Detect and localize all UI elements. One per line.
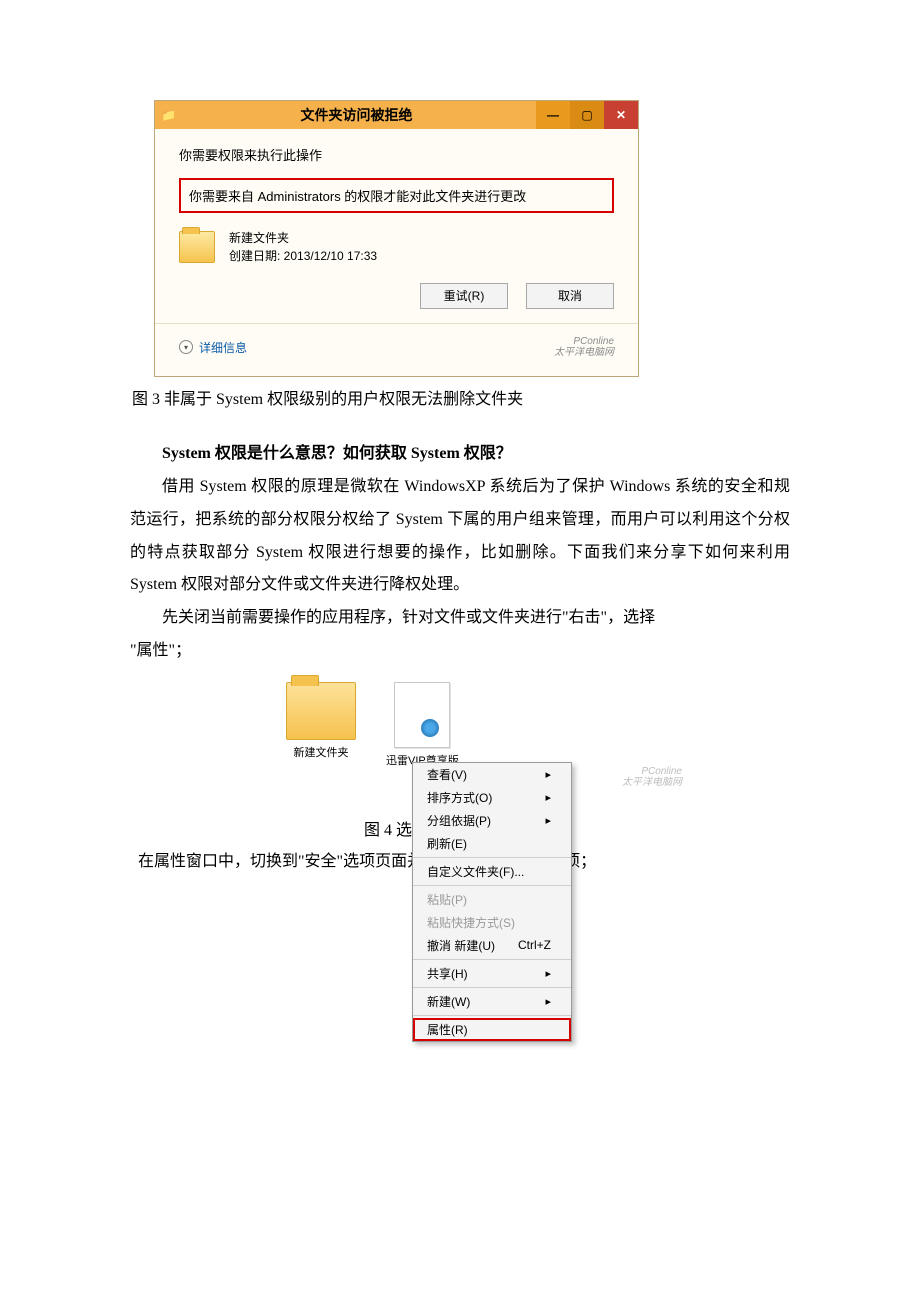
ctx-view[interactable]: 查看(V) [413,763,571,786]
ctx-properties[interactable]: 属性(R) [413,1018,571,1041]
desktop-folder-item[interactable]: 新建文件夹 [286,682,356,768]
dialog-titlebar: 📁 文件夹访问被拒绝 — ▢ ✕ [155,101,638,129]
ctx-undo-shortcut: Ctrl+Z [518,938,551,952]
ctx-customize-folder[interactable]: 自定义文件夹(F)... [413,860,571,883]
figure4: 新建文件夹 迅雷VIP尊享版 查看(V) 排序方式(O) 分组依据(P) 刷新(… [280,682,640,774]
figure3-caption: 图 3 非属于 System 权限级别的用户权限无法删除文件夹 [132,385,790,409]
ctx-refresh[interactable]: 刷新(E) [413,832,571,855]
folder-icon [179,231,215,263]
watermark-line1: PConline [554,336,614,347]
ctx-new[interactable]: 新建(W) [413,990,571,1013]
folder-created-date: 创建日期: 2013/12/10 17:33 [229,247,377,265]
paragraph-2-line2: "属性"； [130,635,790,668]
dialog-footer: ▾ 详细信息 PConline 太平洋电脑网 [179,332,614,366]
file-icon [394,682,450,748]
window-buttons: — ▢ ✕ [536,101,638,129]
ctx-separator [413,959,571,960]
dialog-icon: 📁 [161,107,177,123]
folder-info-row: 新建文件夹 创建日期: 2013/12/10 17:33 [179,227,614,279]
desktop-file-item[interactable]: 迅雷VIP尊享版 [386,682,459,768]
cancel-button[interactable]: 取消 [526,283,614,309]
ctx-undo[interactable]: 撤消 新建(U)Ctrl+Z [413,934,571,957]
watermark-line2: 太平洋电脑网 [554,347,614,358]
dialog-title: 文件夹访问被拒绝 [177,105,536,125]
minimize-button[interactable]: — [536,101,570,129]
folder-icon [286,682,356,740]
ctx-separator [413,1015,571,1016]
paragraph-2-line1: 先关闭当前需要操作的应用程序，针对文件或文件夹进行"右击"，选择 [130,602,790,635]
dialog-folder-access-denied: 📁 文件夹访问被拒绝 — ▢ ✕ 你需要权限来执行此操作 你需要来自 Admin… [154,100,639,377]
document-body: 📁 文件夹访问被拒绝 — ▢ ✕ 你需要权限来执行此操作 你需要来自 Admin… [0,0,920,939]
watermark: PConline 太平洋电脑网 [554,336,614,358]
divider [155,323,638,324]
ctx-separator [413,857,571,858]
retry-button[interactable]: 重试(R) [420,283,508,309]
desktop-folder-label: 新建文件夹 [286,744,356,760]
section-heading: System 权限是什么意思？如何获取 System 权限？ [130,439,790,463]
close-button[interactable]: ✕ [604,101,638,129]
watermark-line2: 太平洋电脑网 [622,777,682,788]
desktop-icons-row: 新建文件夹 迅雷VIP尊享版 [280,682,640,774]
watermark-line1: PConline [622,766,682,777]
details-toggle[interactable]: ▾ 详细信息 [179,339,247,356]
ctx-sort[interactable]: 排序方式(O) [413,786,571,809]
dialog-body: 你需要权限来执行此操作 你需要来自 Administrators 的权限才能对此… [155,129,638,376]
ctx-group[interactable]: 分组依据(P) [413,809,571,832]
chevron-down-icon: ▾ [179,340,193,354]
admin-permission-message: 你需要来自 Administrators 的权限才能对此文件夹进行更改 [179,178,614,213]
figure4-watermark: PConline 太平洋电脑网 [622,766,682,788]
ctx-share[interactable]: 共享(H) [413,962,571,985]
ctx-separator [413,987,571,988]
details-label: 详细信息 [199,339,247,356]
permission-message: 你需要权限来执行此操作 [179,145,614,164]
ctx-paste-shortcut: 粘贴快捷方式(S) [413,911,571,934]
context-menu: 查看(V) 排序方式(O) 分组依据(P) 刷新(E) 自定义文件夹(F)...… [412,762,572,1042]
dialog-button-row: 重试(R) 取消 [179,279,614,323]
folder-info-text: 新建文件夹 创建日期: 2013/12/10 17:33 [229,229,377,265]
ctx-paste: 粘贴(P) [413,888,571,911]
ctx-separator [413,885,571,886]
folder-name: 新建文件夹 [229,229,377,247]
maximize-button[interactable]: ▢ [570,101,604,129]
paragraph-1: 借用 System 权限的原理是微软在 WindowsXP 系统后为了保护 Wi… [130,471,790,602]
